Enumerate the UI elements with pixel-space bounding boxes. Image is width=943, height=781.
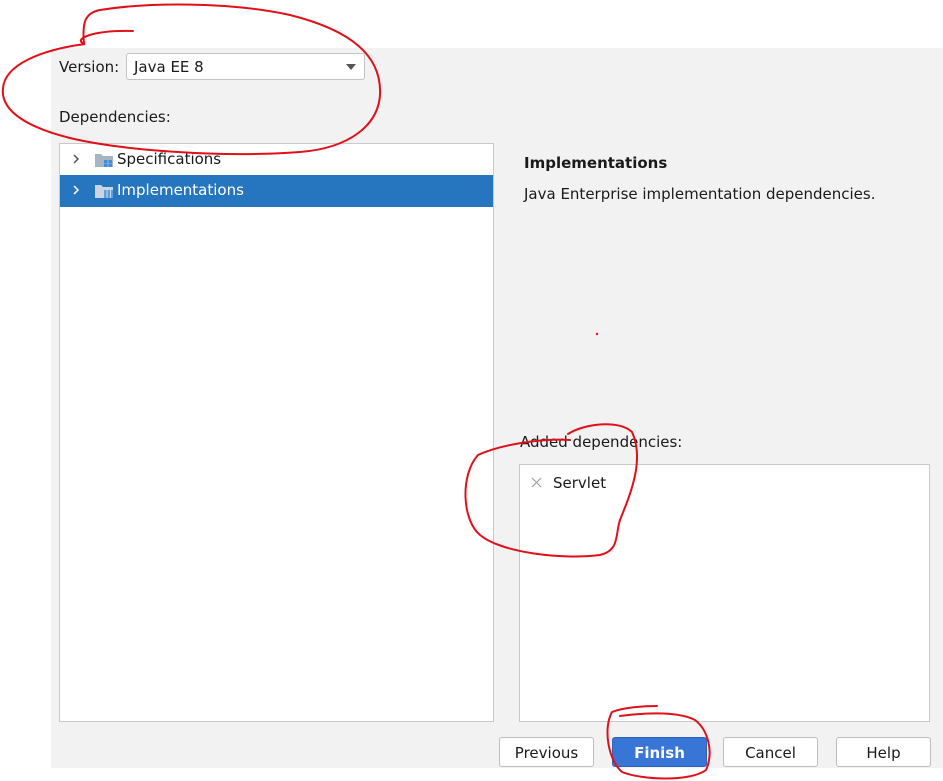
version-value: Java EE 8 (134, 58, 204, 76)
tree-item-label: Specifications (117, 150, 222, 168)
cancel-button[interactable]: Cancel (723, 737, 818, 767)
dependencies-tree[interactable]: Specifications Implementations (59, 143, 494, 722)
folder-icon (95, 154, 113, 167)
finish-button[interactable]: Finish (612, 737, 707, 767)
chevron-down-icon (346, 64, 356, 70)
added-dependencies-list: Servlet (519, 464, 930, 722)
tree-item-specifications[interactable]: Specifications (60, 144, 493, 176)
added-dependency-label: Servlet (553, 474, 607, 492)
previous-button[interactable]: Previous (499, 737, 594, 767)
tree-item-label: Implementations (117, 181, 244, 199)
help-button[interactable]: Help (836, 737, 931, 767)
tree-item-implementations[interactable]: Implementations (60, 175, 493, 207)
chevron-right-icon[interactable] (70, 184, 82, 196)
remove-icon[interactable] (531, 477, 542, 488)
version-label: Version: (59, 58, 120, 76)
folder-icon (95, 185, 113, 198)
dependencies-label: Dependencies: (59, 108, 171, 126)
added-dependencies-label: Added dependencies: (520, 433, 683, 451)
chevron-right-icon[interactable] (70, 153, 82, 165)
description-text: Java Enterprise implementation dependenc… (524, 185, 876, 203)
version-combobox[interactable]: Java EE 8 (126, 53, 365, 80)
description-title: Implementations (524, 154, 668, 172)
